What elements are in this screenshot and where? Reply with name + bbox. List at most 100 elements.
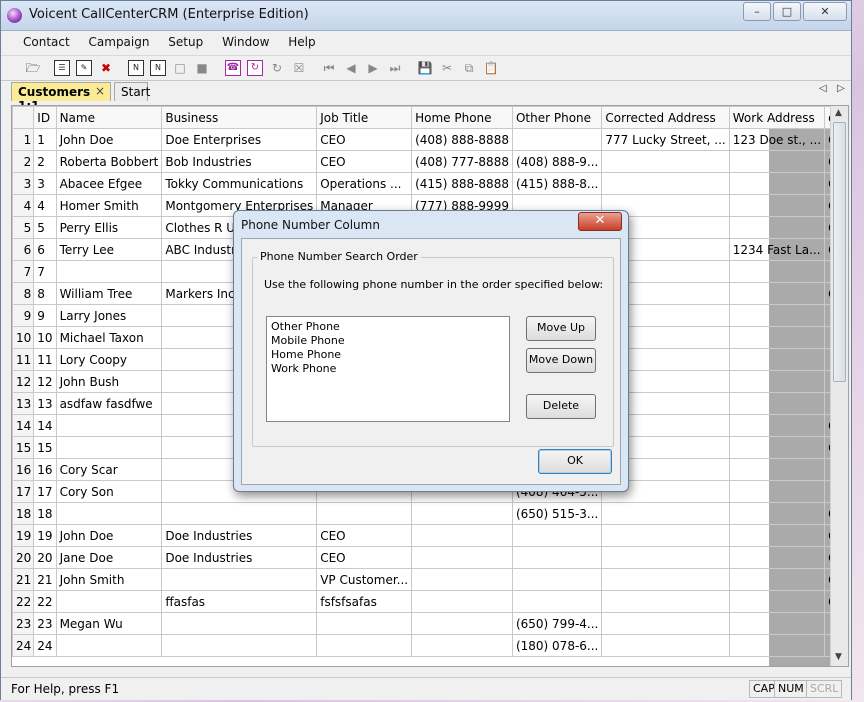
list-item[interactable]: Home Phone: [271, 348, 505, 362]
list-icon[interactable]: ☰: [54, 60, 70, 76]
cell-work-address[interactable]: [728, 216, 826, 239]
cell-id[interactable]: 19: [33, 524, 57, 547]
tab-start[interactable]: Start: [114, 82, 150, 101]
tab-customers[interactable]: Customers 1:1 ×: [11, 82, 111, 113]
menu-campaign[interactable]: Campaign: [81, 32, 157, 49]
cell-work-address[interactable]: [728, 414, 826, 437]
row-number[interactable]: 18: [12, 502, 35, 525]
column-header-other-phone[interactable]: Other Phone: [511, 106, 603, 129]
cell-name[interactable]: [55, 634, 163, 657]
column-header-home-phone[interactable]: Home Phone: [411, 106, 513, 129]
cell-name[interactable]: John Bush: [55, 370, 163, 393]
row-number[interactable]: 24: [12, 634, 35, 657]
menu-window[interactable]: Window: [214, 32, 276, 49]
cell-work-address[interactable]: [728, 568, 826, 591]
scroll-down-icon[interactable]: ▼: [835, 652, 842, 662]
row-number[interactable]: 23: [12, 612, 35, 635]
cell-work-address[interactable]: [728, 502, 826, 525]
note-icon[interactable]: □: [172, 60, 188, 76]
cell-name[interactable]: [55, 436, 163, 459]
cell-id[interactable]: 10: [33, 326, 57, 349]
column-header-name[interactable]: Name: [55, 106, 163, 129]
title-bar[interactable]: Voicent CallCenterCRM (Enterprise Editio…: [1, 1, 851, 31]
cell-business[interactable]: [161, 612, 318, 635]
column-header-work-address[interactable]: Work Address: [728, 106, 826, 129]
column-header-business[interactable]: Business: [161, 106, 318, 129]
cell-other-phone[interactable]: (408) 888-9...: [511, 150, 603, 173]
list-item[interactable]: Work Phone: [271, 362, 505, 376]
cell-job-title[interactable]: fsfsfsafas: [316, 590, 413, 613]
row-number[interactable]: 17: [12, 480, 35, 503]
scroll-up-icon[interactable]: ▲: [835, 108, 842, 118]
cell-business[interactable]: [161, 634, 318, 657]
row-number[interactable]: 8: [12, 282, 35, 305]
cell-name[interactable]: Cory Scar: [55, 458, 163, 481]
cell-job-title[interactable]: [316, 612, 413, 635]
paste-icon[interactable]: 📋: [483, 60, 499, 76]
cell-id[interactable]: 13: [33, 392, 57, 415]
cell-work-address[interactable]: [728, 524, 826, 547]
cell-work-address[interactable]: [728, 304, 826, 327]
menu-setup[interactable]: Setup: [160, 32, 210, 49]
cell-work-address[interactable]: [728, 326, 826, 349]
row-number[interactable]: 5: [12, 216, 35, 239]
call-edit-icon[interactable]: ↻: [269, 60, 285, 76]
tab-scroll-left-icon[interactable]: ◁: [819, 83, 827, 94]
table-row[interactable]: 2 2 Roberta Bobbert Bob Industries CEO (408) …: [12, 150, 848, 173]
cell-id[interactable]: 15: [33, 436, 57, 459]
cell-name[interactable]: John Doe: [55, 128, 163, 151]
cell-id[interactable]: 14: [33, 414, 57, 437]
cell-job-title[interactable]: [316, 502, 413, 525]
row-number[interactable]: 13: [12, 392, 35, 415]
cell-work-address[interactable]: [728, 260, 826, 283]
cell-id[interactable]: 9: [33, 304, 57, 327]
table-row[interactable]: 24 24 (180) 078-6...: [12, 634, 848, 657]
tab-scroll-right-icon[interactable]: ▷: [837, 83, 845, 94]
cell-name[interactable]: William Tree: [55, 282, 163, 305]
cell-work-address[interactable]: [728, 546, 826, 569]
cell-name[interactable]: Larry Jones: [55, 304, 163, 327]
cell-home-phone[interactable]: (408) 777-8888: [411, 150, 513, 173]
first-record-icon[interactable]: ⏮: [321, 60, 337, 76]
cell-name[interactable]: Cory Son: [55, 480, 163, 503]
vertical-scrollbar[interactable]: ▲ ▼: [830, 106, 848, 666]
cell-name[interactable]: [55, 260, 163, 283]
minimize-button[interactable]: –: [743, 2, 771, 21]
cell-id[interactable]: 17: [33, 480, 57, 503]
list-item[interactable]: Other Phone: [271, 320, 505, 334]
cell-work-address[interactable]: [728, 612, 826, 635]
cell-home-phone[interactable]: (408) 888-8888: [411, 128, 513, 151]
cell-id[interactable]: 4: [33, 194, 57, 217]
cell-id[interactable]: 7: [33, 260, 57, 283]
cell-id[interactable]: 1: [33, 128, 57, 151]
cell-work-address[interactable]: [728, 370, 826, 393]
cell-work-address[interactable]: [728, 458, 826, 481]
cell-id[interactable]: 5: [33, 216, 57, 239]
column-header-id[interactable]: ID: [33, 106, 57, 129]
cell-name[interactable]: Abacee Efgee: [55, 172, 163, 195]
cell-job-title[interactable]: CEO: [316, 524, 413, 547]
open-folder-icon[interactable]: 🗁: [25, 60, 41, 76]
menu-contact[interactable]: Contact: [15, 32, 77, 49]
cell-id[interactable]: 6: [33, 238, 57, 261]
table-row[interactable]: 1919John DoeDoe IndustriesCEOCancel: [12, 524, 848, 547]
cell-corrected-address[interactable]: [601, 172, 730, 195]
row-number[interactable]: 19: [12, 524, 35, 547]
row-number[interactable]: 2: [12, 150, 35, 173]
table-row[interactable]: 2020Jane DoeDoe IndustriesCEOCancel: [12, 546, 848, 569]
cell-home-phone[interactable]: [411, 634, 513, 657]
cell-home-phone[interactable]: [411, 546, 513, 569]
next-record-icon[interactable]: ▶: [365, 60, 381, 76]
cell-id[interactable]: 18: [33, 502, 57, 525]
cell-corrected-address[interactable]: [601, 590, 730, 613]
cell-other-phone[interactable]: (180) 078-6...: [511, 634, 603, 657]
tab-close-icon[interactable]: ×: [95, 84, 105, 98]
save-icon[interactable]: 💾: [417, 60, 433, 76]
cell-home-phone[interactable]: [411, 590, 513, 613]
cell-name[interactable]: Lory Coopy: [55, 348, 163, 371]
cell-business[interactable]: Doe Enterprises: [161, 128, 318, 151]
cell-other-phone[interactable]: [511, 568, 603, 591]
row-number[interactable]: 3: [12, 172, 35, 195]
scrollbar-thumb[interactable]: [833, 122, 846, 382]
dialog-close-button[interactable]: ✕: [578, 212, 622, 231]
